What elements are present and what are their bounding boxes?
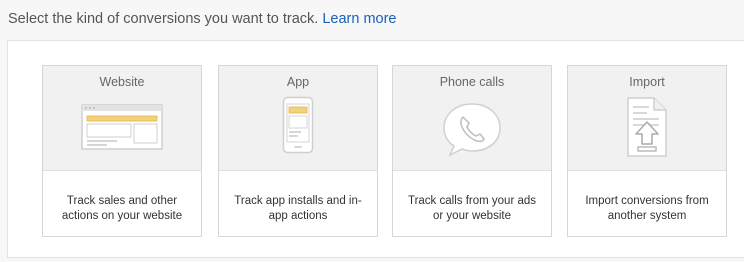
card-website[interactable]: Website Track sales and other actions on… (42, 65, 202, 237)
card-desc-line: actions on your website (61, 210, 183, 222)
card-desc-line: another system (607, 210, 687, 222)
app-phone-icon (219, 96, 377, 154)
website-icon (43, 104, 201, 156)
card-desc-line: app actions (268, 210, 328, 222)
card-phone-calls-header: Phone calls (393, 66, 551, 171)
card-desc-line: Import conversions from (585, 195, 709, 207)
card-app[interactable]: App Track app installs and in- app actio… (218, 65, 378, 237)
card-import[interactable]: Import Import conversions from another s… (567, 65, 727, 237)
card-desc-line: Track calls from your ads (407, 195, 537, 207)
card-description: Track calls from your ads or your websit… (397, 194, 547, 224)
card-import-header: Import (568, 66, 726, 171)
card-phone-calls[interactable]: Phone calls Track calls from your ads or… (392, 65, 552, 237)
intro-text: Select the kind of conversions you want … (8, 11, 397, 27)
card-title: App (286, 75, 310, 89)
card-title: Import (629, 75, 665, 89)
card-desc-line: or your website (433, 210, 511, 222)
import-file-icon (568, 96, 726, 157)
card-desc-line: Track sales and other (66, 195, 178, 207)
card-title: Website (99, 75, 145, 89)
card-description: Import conversions from another system (572, 194, 722, 224)
card-app-header: App (219, 66, 377, 171)
card-description: Track sales and other actions on your we… (47, 194, 197, 224)
card-title: Phone calls (439, 75, 505, 89)
card-description: Track app installs and in- app actions (223, 194, 373, 224)
card-website-header: Website (43, 66, 201, 171)
conversion-type-panel: Website Track sales and other actions on… (7, 40, 744, 258)
intro-label: Select the kind of conversions you want … (8, 11, 319, 27)
learn-more-link[interactable]: Learn more (322, 11, 396, 27)
card-desc-line: Track app installs and in- (234, 195, 362, 207)
phone-call-icon (393, 100, 551, 157)
